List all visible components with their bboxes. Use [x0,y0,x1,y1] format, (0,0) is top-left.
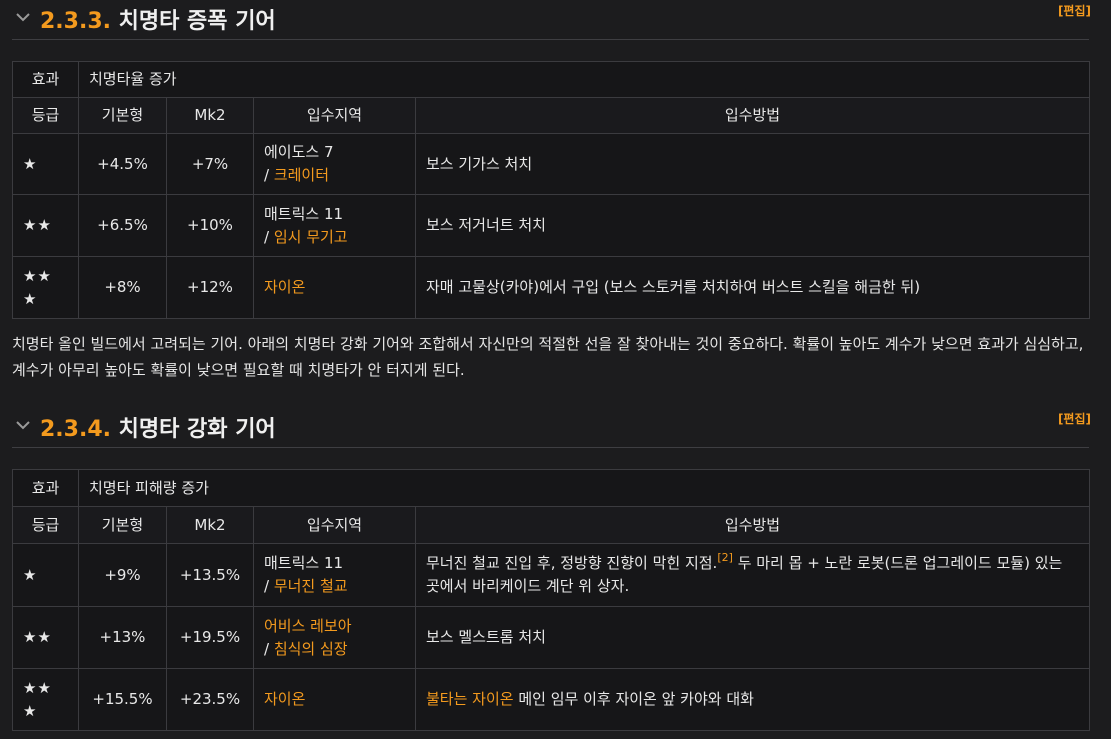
table-row: ★ +4.5% +7% 에이도스 7 / 크레이터 보스 기가스 처치 [12,133,1091,195]
base-value: +6.5% [78,194,167,257]
base-value: +15.5% [78,668,167,731]
column-header: 입수방법 [415,506,1090,544]
edit-link[interactable]: [편집] [1058,2,1091,19]
grade-stars-line2: ★ [23,701,38,720]
base-value: +13% [78,606,167,669]
base-value: +8% [78,256,167,319]
table-row: ★★ +13% +19.5% 어비스 레보아 / 침식의 심장 보스 멜스트롬 처… [12,606,1090,669]
section-title-text: 치명타 강화 기어 [118,417,276,442]
edit-link[interactable]: [편집] [1058,410,1091,427]
grade-stars-line2: ★ [23,289,38,308]
grade-stars: ★★ ★ [12,668,79,731]
method-cell: 불타는 자이온 메인 임무 이후 자이온 앞 카야와 대화 [415,668,1090,731]
section-description: 치명타 올인 빌드에서 고려되는 기어. 아래의 치명타 강화 기어와 조합해서… [12,335,1084,379]
section-title: 2.3.3. 치명타 증폭 기어 [40,3,276,35]
subregion-link[interactable]: 크레이터 [274,166,329,184]
table-header-row: 등급 기본형 Mk2 입수지역 입수방법 [12,97,1091,134]
chevron-down-icon[interactable] [14,8,32,26]
column-header: 입수지역 [253,506,416,544]
region-link[interactable]: 자이온 [264,278,305,296]
region-separator: / [264,577,274,595]
effect-value: 치명타 피해량 증가 [78,469,1090,507]
method-cell: 보스 저거너트 처치 [414,194,1091,257]
effect-value: 치명타율 증가 [77,61,1091,98]
base-value: +4.5% [78,133,167,195]
footnote-link[interactable]: [2] [717,551,733,564]
subregion-link[interactable]: 임시 무기고 [274,228,348,246]
section-heading-2-3-4: 2.3.4. 치명타 강화 기어 [편집] [0,408,1111,448]
quest-link[interactable]: 불타는 자이온 [426,690,514,708]
table-row: ★★ ★ +8% +12% 자이온 자매 고물상(카야)에서 구입 (보스 스토커… [12,256,1091,319]
divider [12,39,1089,40]
subregion-link[interactable]: 침식의 심장 [274,640,348,658]
grade-stars-line1: ★★ [23,678,52,697]
mk2-value: +13.5% [166,543,254,607]
divider [12,447,1089,448]
table-row: ★★ ★ +15.5% +23.5% 자이온 불타는 자이온 메인 임무 이후 자… [12,668,1090,731]
region-cell: 자이온 [253,256,416,319]
gear-table-crit-enhance: 효과 치명타 피해량 증가 등급 기본형 Mk2 입수지역 입수방법 ★ +9%… [12,469,1090,731]
grade-stars-line1: ★★ [23,266,52,285]
region-name: 에이도스 7 [264,143,334,161]
region-cell: 매트릭스 11 / 임시 무기고 [253,194,416,257]
region-cell: 매트릭스 11 / 무너진 철교 [253,543,416,607]
column-header: 입수방법 [414,97,1091,134]
mk2-value: +10% [166,194,254,257]
column-header: 기본형 [78,506,167,544]
region-link[interactable]: 어비스 레보아 [264,617,352,635]
base-value: +9% [78,543,167,607]
section-heading-2-3-3: 2.3.3. 치명타 증폭 기어 [편집] [0,0,1111,40]
method-cell: 보스 멜스트롬 처치 [415,606,1090,669]
region-separator: / [264,166,274,184]
region-separator: / [264,227,274,246]
effect-label: 효과 [12,61,79,98]
table-row: ★★ +6.5% +10% 매트릭스 11 / 임시 무기고 보스 저거너트 처치 [12,194,1091,257]
column-header: Mk2 [166,97,254,134]
region-cell: 어비스 레보아 / 침식의 심장 [253,606,416,669]
region-link[interactable]: 자이온 [264,690,305,708]
grade-stars: ★★ [12,194,79,257]
grade-stars: ★ [12,133,79,195]
column-header: 등급 [12,506,79,544]
column-header: 기본형 [78,97,167,134]
method-text: 메인 임무 이후 자이온 앞 카야와 대화 [513,690,754,708]
gear-table-crit-amplify: 효과 치명타율 증가 등급 기본형 Mk2 입수지역 입수방법 ★ +4.5% … [12,61,1091,319]
column-header: 등급 [12,97,79,134]
method-cell: 자매 고물상(카야)에서 구입 (보스 스토커를 처치하여 버스트 스킬을 해금… [414,256,1091,319]
region-cell: 자이온 [253,668,416,731]
table-header-row: 등급 기본형 Mk2 입수지역 입수방법 [12,506,1090,544]
method-cell: 무너진 철교 진입 후, 정방향 진향이 막힌 지점.[2] 두 마리 몹 + … [415,543,1090,607]
grade-stars: ★ [12,543,79,607]
mk2-value: +12% [166,256,254,319]
effect-row: 효과 치명타 피해량 증가 [12,469,1090,507]
grade-stars: ★★ [12,606,79,669]
region-name: 매트릭스 11 [264,204,344,223]
mk2-value: +7% [166,133,254,195]
region-name: 매트릭스 11 [264,554,344,572]
chevron-down-icon[interactable] [14,416,32,434]
table-row: ★ +9% +13.5% 매트릭스 11 / 무너진 철교 무너진 철교 진입 후… [12,543,1090,607]
mk2-value: +19.5% [166,606,254,669]
effect-label: 효과 [12,469,79,507]
mk2-value: +23.5% [166,668,254,731]
effect-row: 효과 치명타율 증가 [12,61,1091,98]
section-number: 2.3.4. [40,417,111,442]
method-cell: 보스 기가스 처치 [414,133,1091,195]
section-title-text: 치명타 증폭 기어 [118,9,276,34]
region-cell: 에이도스 7 / 크레이터 [253,133,416,195]
column-header: Mk2 [166,506,254,544]
method-text: 무너진 철교 진입 후, 정방향 진향이 막힌 지점. [426,554,718,572]
column-header: 입수지역 [253,97,416,134]
region-separator: / [264,639,274,658]
subregion-link[interactable]: 무너진 철교 [274,577,348,595]
section-number: 2.3.3. [40,9,111,34]
grade-stars: ★★ ★ [12,256,79,319]
section-title: 2.3.4. 치명타 강화 기어 [40,411,276,443]
